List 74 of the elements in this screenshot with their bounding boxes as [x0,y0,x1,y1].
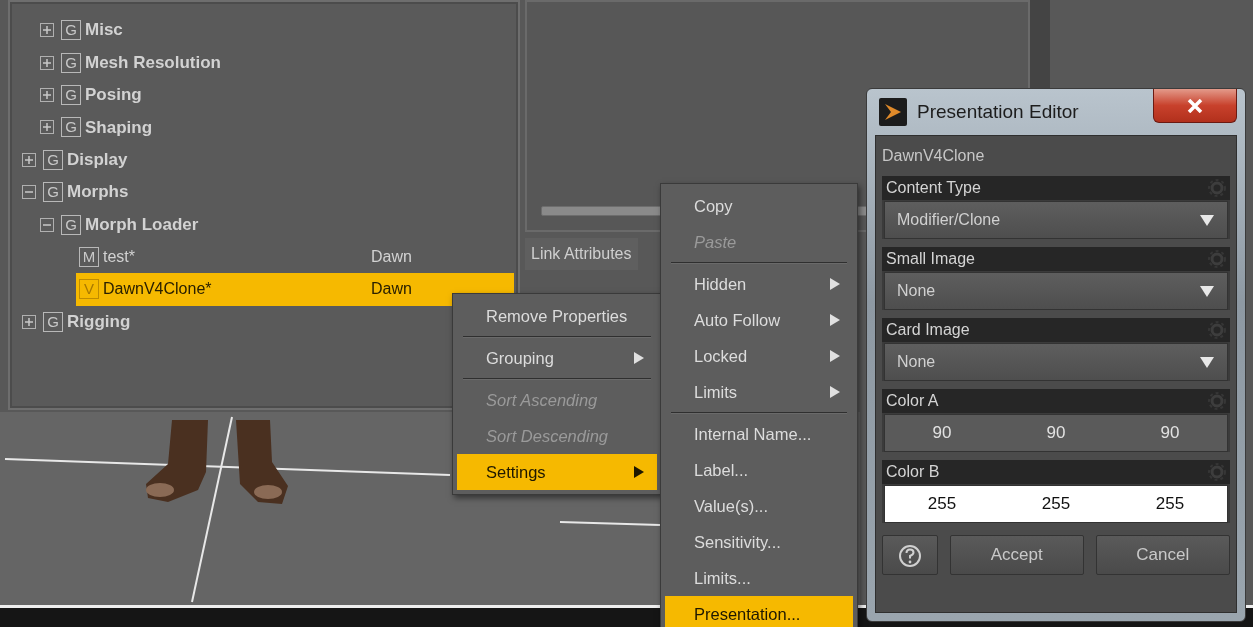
expand-toggle[interactable] [22,152,36,167]
tree-row[interactable]: G Rigging [40,305,131,338]
caret-icon [1199,355,1215,369]
type-badge: G [43,149,63,170]
type-badge: G [43,311,63,332]
tree-row[interactable]: G Display [40,143,128,176]
menu-item[interactable]: Label... [665,452,853,488]
tree-label: DawnV4Clone* [103,279,213,300]
expand-toggle[interactable] [22,314,36,329]
section-label: Small Image [886,249,976,269]
tree-row[interactable]: M test* Dawn [76,240,514,274]
type-badge: G [61,84,81,105]
tree-label: Posing [85,84,142,107]
caret-icon [1199,213,1215,227]
menu-item[interactable]: Grouping [457,340,657,376]
menu-item[interactable]: Presentation... [665,596,853,627]
dialog-button[interactable]: Cancel [1095,535,1230,575]
tree-label: Mesh Resolution [85,51,221,74]
expand-toggle[interactable] [40,23,54,38]
type-badge: G [43,182,63,203]
menu-item[interactable]: Hidden [665,266,853,302]
menu-item[interactable]: Sensitivity... [665,524,853,560]
tree-label: Display [67,149,128,171]
panel-label: Link Attributes [525,238,638,270]
type-badge: G [61,20,81,41]
tree-row[interactable]: G Morph Loader [58,208,199,241]
tree-label: Morphs [67,181,129,204]
tree-row[interactable]: G Morphs [40,175,129,209]
menu-item[interactable]: Limits [665,374,853,410]
expand-toggle[interactable] [22,185,36,200]
node-name: DawnV4Clone [882,146,986,166]
tree-value: Dawn [371,279,413,300]
expand-toggle[interactable] [40,120,54,135]
menu-item[interactable]: Limits... [665,560,853,596]
dialog-button[interactable]: Accept [950,535,1084,575]
expand-toggle[interactable] [40,55,54,70]
help-button[interactable] [882,535,938,575]
menu-item[interactable]: Internal Name... [665,416,853,452]
tree-row[interactable]: G Posing [58,78,142,112]
dropdown[interactable]: None [884,272,1228,310]
tree-label: Shaping [85,116,153,139]
tree-row[interactable]: G Mesh Resolution [58,46,221,79]
expand-toggle[interactable] [40,87,54,102]
tree-row[interactable]: G Shaping [58,111,153,144]
dropdown[interactable]: Modifier/Clone [884,201,1228,239]
expand-toggle[interactable] [40,217,54,232]
type-badge: G [61,117,81,138]
tree-label: Morph Loader [85,213,199,236]
section-label: Color B [886,462,941,482]
tree-row[interactable]: V DawnV4Clone* Dawn [76,273,514,306]
section-label: Card Image [886,320,971,340]
app-icon [879,98,907,126]
section-label: Color A [886,391,940,411]
tree-row[interactable]: G Misc [58,14,123,47]
menu-item[interactable]: Locked [665,338,853,374]
menu-item[interactable]: Settings [457,454,657,490]
help-icon [898,543,922,568]
dropdown[interactable]: None [884,343,1228,381]
menu-item[interactable]: Value(s)... [665,488,853,524]
caret-icon [1199,284,1215,298]
tree-label: Rigging [67,310,131,333]
menu-item[interactable]: Auto Follow [665,302,853,338]
type-badge: G [61,214,81,235]
dialog-title: Presentation Editor [917,99,1080,124]
close-icon [1187,98,1203,113]
tree-label: test* [103,246,136,267]
tree-label: Misc [85,19,123,42]
tree-value: Dawn [371,246,413,267]
menu-item[interactable]: Copy [665,188,853,224]
close-button[interactable] [1153,89,1237,123]
section-label: Content Type [886,178,982,198]
type-badge: M [79,246,99,267]
type-badge: V [79,279,99,300]
type-badge: G [61,52,81,73]
